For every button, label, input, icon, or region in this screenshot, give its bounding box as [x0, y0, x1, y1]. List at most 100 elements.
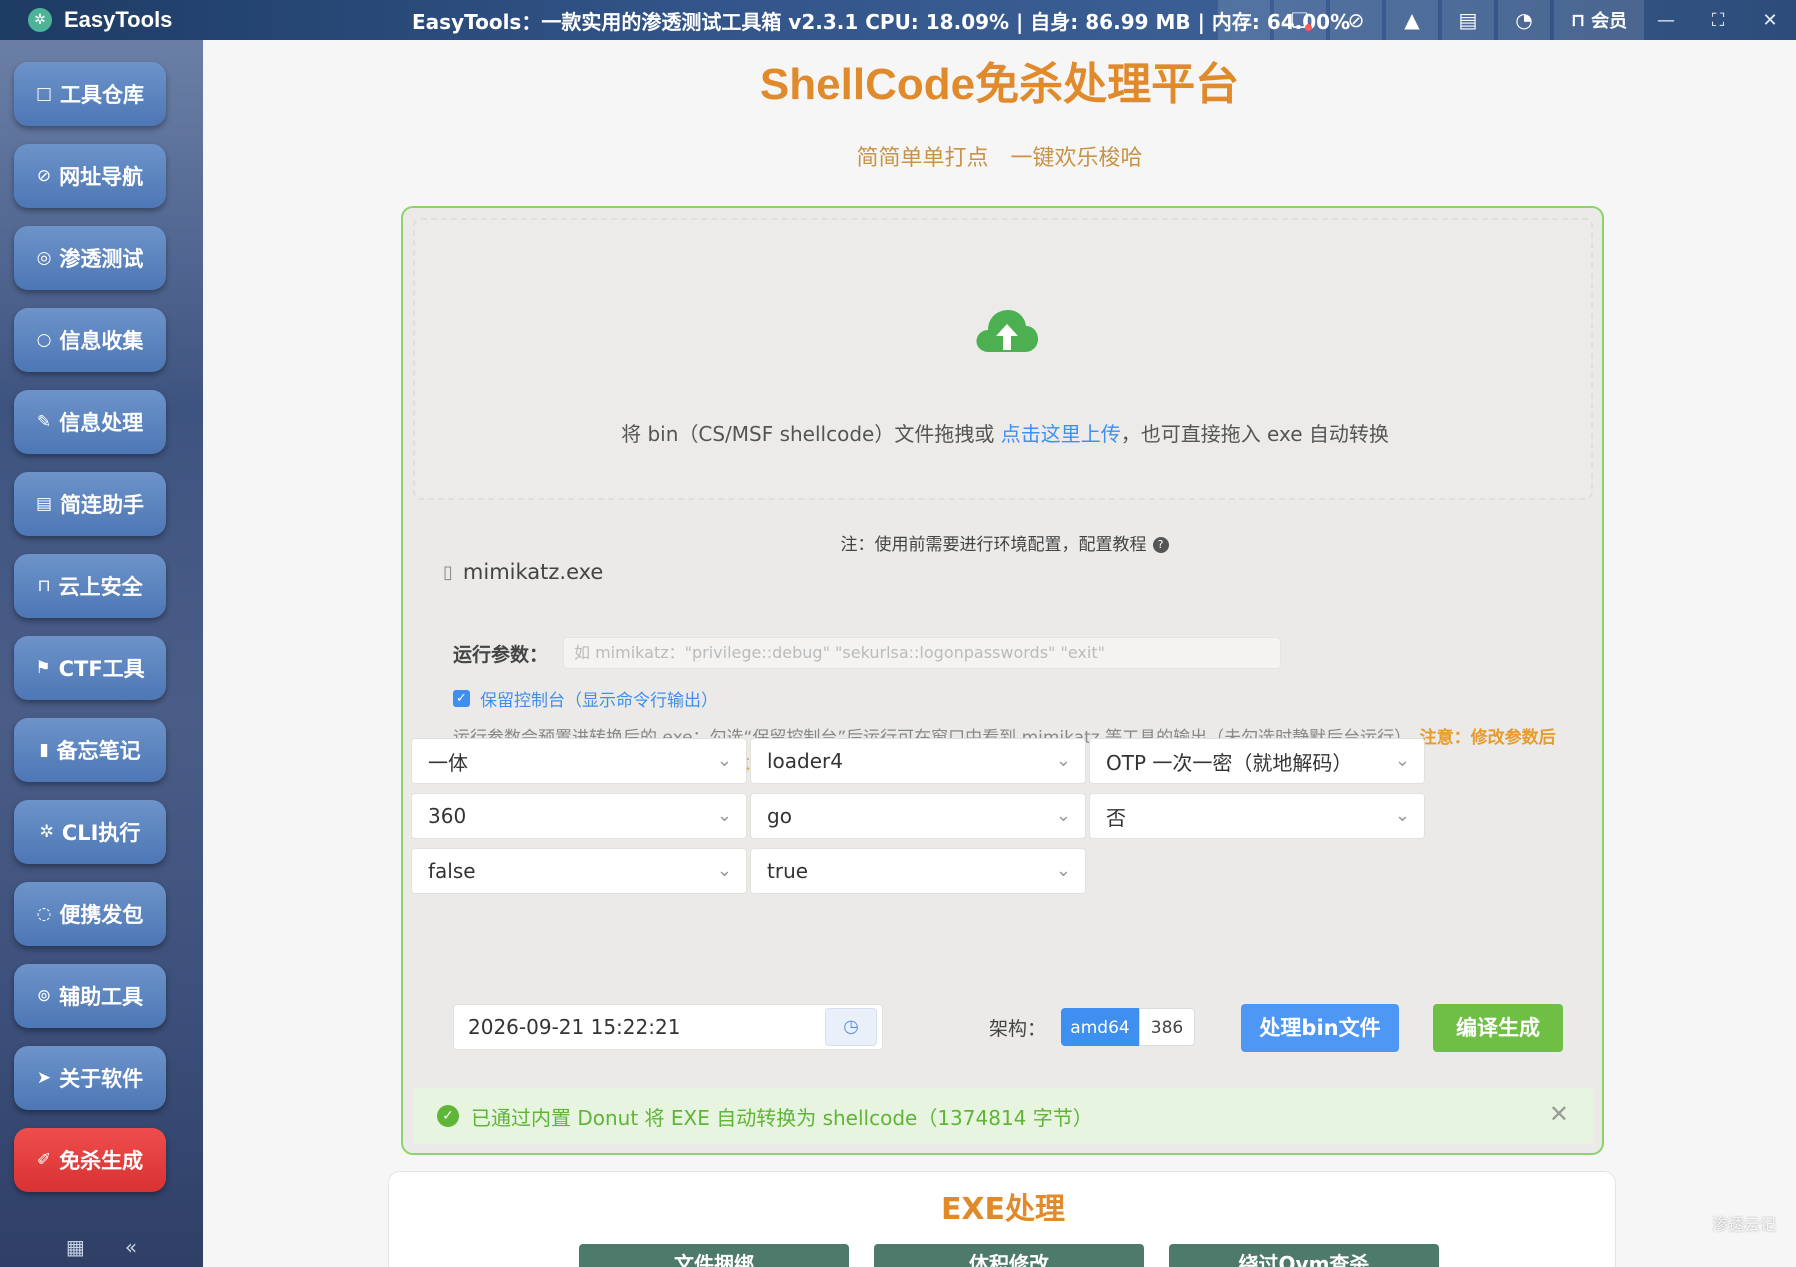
document-icon[interactable]: ▤ [1442, 0, 1494, 40]
sidebar-item-label: 云上安全 [58, 575, 143, 599]
sidebar-item-pentest[interactable]: ◎ 渗透测试 [14, 226, 166, 290]
tab-size-modify[interactable]: 体积修改 [874, 1244, 1144, 1267]
arch-label: 架构： [989, 1018, 1047, 1040]
dropzone-text-pre: 将 bin（CS/MSF shellcode）文件拖拽或 [621, 422, 1001, 446]
speed-icon[interactable]: ◔ [1498, 0, 1550, 40]
minimize-icon[interactable]: — [1640, 0, 1692, 40]
warning-icon[interactable]: ▲ [1386, 0, 1438, 40]
select-value: 一体 [428, 750, 468, 775]
select-value: 360 [428, 804, 467, 828]
sidebar-item-portable-request[interactable]: ◌ 便携发包 [14, 882, 166, 946]
sidebar-item-cloud-security[interactable]: ⊓ 云上安全 [14, 554, 166, 618]
tab-qvm-bypass[interactable]: 绕过Qvm查杀 [1169, 1244, 1439, 1267]
send-icon: ➤ [36, 1068, 52, 1088]
box-icon: □ [35, 84, 53, 104]
sidebar-item-label: CTF工具 [58, 657, 145, 681]
sidebar-item-label: 辅助工具 [59, 985, 144, 1009]
select-language[interactable]: go ⌄ [750, 793, 1086, 839]
file-icon: ▯ [443, 561, 453, 583]
alert-text: 已通过内置 Donut 将 EXE 自动转换为 shellcode（137481… [471, 1105, 1093, 1130]
chevron-down-icon: ⌄ [716, 860, 732, 881]
collapse-icon[interactable]: « [125, 1235, 137, 1259]
sidebar-item-label: 备忘笔记 [56, 739, 141, 763]
shellcode-card: 将 bin（CS/MSF shellcode）文件拖拽或 点击这里上传，也可直接… [401, 206, 1604, 1155]
fullscreen-icon[interactable]: ⛶ [1692, 0, 1744, 40]
help-icon[interactable]: ? [1152, 537, 1169, 553]
sidebar-item-label: 信息收集 [59, 329, 144, 353]
upload-link[interactable]: 点击这里上传 [1001, 422, 1121, 446]
sidebar: □ 工具仓库 ⊘ 网址导航 ◎ 渗透测试 ○ 信息收集 ✎ 信息处理 ▤ 简连助手 ⊓ 云上安… [0, 40, 203, 1267]
check-circle-icon: ✓ [437, 1105, 459, 1127]
sidebar-item-av-bypass[interactable]: ✐ 免杀生成 [14, 1128, 166, 1192]
link-icon[interactable]: ⊘ [1330, 0, 1382, 40]
select-loader[interactable]: loader4 ⌄ [750, 738, 1086, 784]
compile-button[interactable]: 编译生成 [1433, 1004, 1563, 1052]
upload-dropzone[interactable]: 将 bin（CS/MSF shellcode）文件拖拽或 点击这里上传，也可直接… [413, 218, 1593, 500]
select-encryption[interactable]: OTP 一次一密（就地解码） ⌄ [1089, 738, 1425, 784]
sidebar-item-label: 免杀生成 [59, 1149, 144, 1173]
datetime-input[interactable]: 2026-09-21 15:22:21 [453, 1004, 883, 1050]
sidebar-item-tool-repo[interactable]: □ 工具仓库 [14, 62, 166, 126]
config-note-text: 注：使用前需要进行环境配置，配置教程 [840, 535, 1147, 555]
select-value: OTP 一次一密（就地解码） [1106, 750, 1353, 775]
checkbox-checked-icon[interactable]: ✓ [453, 690, 470, 707]
sidebar-item-about[interactable]: ➤ 关于软件 [14, 1046, 166, 1110]
terminal-icon: ▤ [35, 494, 53, 514]
chevron-down-icon: ⌄ [1055, 860, 1071, 881]
flag-icon: ⚑ [35, 658, 51, 678]
select-bool-2[interactable]: true ⌄ [750, 848, 1086, 894]
sidebar-item-notes[interactable]: ▮ 备忘笔记 [14, 718, 166, 782]
sidebar-item-ctf-tools[interactable]: ⚑ CTF工具 [14, 636, 166, 700]
sidebar-item-url-nav[interactable]: ⊘ 网址导航 [14, 144, 166, 208]
tab-file-bundle[interactable]: 文件捆绑 [579, 1244, 849, 1267]
search-icon: ○ [36, 330, 52, 350]
main-content: ShellCode免杀处理平台 简简单单打点 一键欢乐梭哈 将 bin（CS/M… [203, 40, 1796, 1267]
select-bool-1[interactable]: false ⌄ [411, 848, 747, 894]
keep-console-option[interactable]: ✓ 保留控制台（显示命令行输出） [453, 686, 718, 711]
close-icon[interactable]: ✕ [1744, 0, 1796, 40]
keep-console-label: 保留控制台（显示命令行输出） [480, 691, 718, 711]
sidebar-item-info-process[interactable]: ✎ 信息处理 [14, 390, 166, 454]
chevron-down-icon: ⌄ [1055, 805, 1071, 826]
sidebar-item-label: 工具仓库 [60, 83, 145, 107]
select-option-yesno[interactable]: 否 ⌄ [1089, 793, 1425, 839]
sidebar-item-label: CLI执行 [61, 821, 141, 845]
page-subtitle: 简简单单打点 一键欢乐梭哈 [856, 146, 1143, 171]
app-name: EasyTools [64, 7, 173, 32]
arch-386-option[interactable]: 386 [1139, 1008, 1195, 1046]
toolbar-icons: ⌕ ❏ ⊘ ▲ ▤ ◔ ⊓ 会员 [1218, 0, 1644, 40]
arch-amd64-option[interactable]: amd64 [1061, 1008, 1139, 1046]
param-input[interactable]: 如 mimikatz："privilege::debug" "sekurlsa:… [563, 637, 1281, 669]
title-bar: ✲ EasyTools EasyTools：一款实用的渗透测试工具箱 v2.3.… [0, 0, 1796, 40]
sidebar-item-aux-tools[interactable]: ⊚ 辅助工具 [14, 964, 166, 1028]
chevron-down-icon: ⌄ [1394, 750, 1410, 771]
tools-icon: ⊚ [36, 986, 52, 1006]
clock-icon[interactable]: ◷ [825, 1008, 877, 1046]
mouse-icon: ◌ [36, 904, 52, 924]
chat-icon[interactable]: ❏ [1274, 0, 1326, 40]
param-label: 运行参数： [453, 644, 549, 666]
select-value: false [428, 859, 476, 883]
sidebar-item-label: 网址导航 [59, 165, 144, 189]
chevron-down-icon: ⌄ [716, 750, 732, 771]
uploaded-file: ▯ mimikatz.exe [443, 560, 603, 584]
sidebar-item-info-gather[interactable]: ○ 信息收集 [14, 308, 166, 372]
chevron-down-icon: ⌄ [1055, 750, 1071, 771]
chevron-down-icon: ⌄ [1394, 805, 1410, 826]
select-mode[interactable]: 一体 ⌄ [411, 738, 747, 784]
select-av[interactable]: 360 ⌄ [411, 793, 747, 839]
sidebar-item-connect-helper[interactable]: ▤ 简连助手 [14, 472, 166, 536]
sidebar-item-label: 信息处理 [59, 411, 144, 435]
process-bin-button[interactable]: 处理bin文件 [1241, 1004, 1399, 1052]
sidebar-item-label: 便携发包 [59, 903, 144, 927]
select-value: true [767, 859, 809, 883]
grid-icon[interactable]: ▦ [66, 1235, 85, 1259]
edit-icon: ✎ [36, 412, 52, 432]
sidebar-item-cli-exec[interactable]: ✲ CLI执行 [14, 800, 166, 864]
search-icon[interactable]: ⌕ [1218, 0, 1270, 40]
vip-button[interactable]: ⊓ 会员 [1554, 0, 1644, 40]
config-note: 注：使用前需要进行环境配置，配置教程? [403, 530, 1606, 555]
close-icon[interactable]: ✕ [1549, 1100, 1569, 1128]
pen-icon: ✐ [36, 1150, 52, 1170]
lock-icon: ⊓ [1570, 9, 1586, 31]
